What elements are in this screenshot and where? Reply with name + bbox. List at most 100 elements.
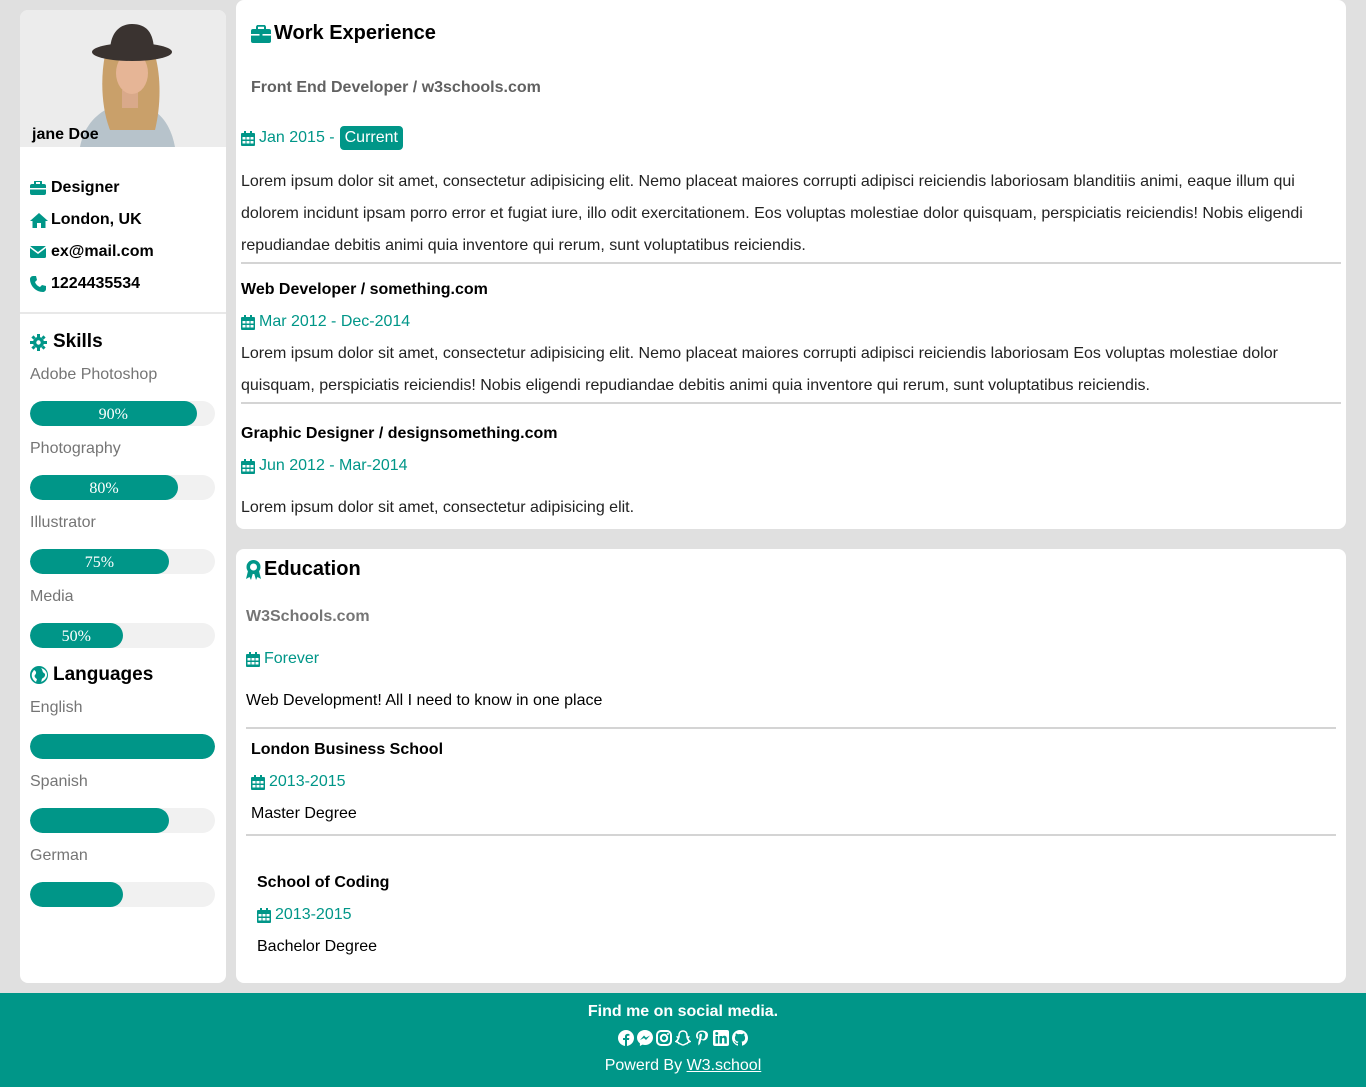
skill-progress-fill: 80% xyxy=(30,475,178,500)
contact-info: Designer London, UK ex@mail.com 12244355… xyxy=(20,147,226,300)
language-progress-bar xyxy=(30,882,215,907)
skill-name: Photography xyxy=(30,440,121,457)
facebook-icon[interactable] xyxy=(618,1030,634,1046)
info-email-text: ex@mail.com xyxy=(51,243,154,260)
job-title: Graphic Designer / designsomething.com xyxy=(241,425,558,442)
calendar-icon xyxy=(257,907,271,923)
language-name: Spanish xyxy=(30,773,88,790)
footer: Find me on social media. Powerd By W3.sc… xyxy=(0,993,1366,1087)
divider xyxy=(20,312,226,314)
language-name: English xyxy=(30,699,83,716)
language-progress-fill xyxy=(30,808,169,833)
education-description: Bachelor Degree xyxy=(257,938,378,955)
certificate-icon xyxy=(246,559,261,580)
envelope-icon xyxy=(30,244,48,260)
divider xyxy=(241,262,1341,264)
education-card: Education W3Schools.com Forever Web Deve… xyxy=(236,549,1346,983)
education-title: Education xyxy=(264,558,361,580)
briefcase-icon xyxy=(251,24,271,43)
job-description: Lorem ipsum dolor sit amet, consectetur … xyxy=(241,173,1303,254)
info-job-text: Designer xyxy=(51,179,120,196)
snapchat-icon[interactable] xyxy=(675,1030,691,1046)
school-name: W3Schools.com xyxy=(246,608,370,625)
education-date: 2013-2015 xyxy=(251,773,346,791)
globe-icon xyxy=(30,666,50,684)
phone-icon xyxy=(30,276,48,292)
education-date-text: 2013-2015 xyxy=(269,773,346,790)
powered-by: Powerd By W3.school xyxy=(0,1057,1366,1075)
calendar-icon xyxy=(241,314,255,330)
job-description: Lorem ipsum dolor sit amet, consectetur … xyxy=(241,345,1278,394)
skill-progress-bar: 80% xyxy=(30,475,215,500)
current-badge: Current xyxy=(339,126,403,150)
job-date-text: Jun 2012 - Mar-2014 xyxy=(259,457,408,474)
school-name: London Business School xyxy=(251,741,444,758)
education-description: Web Development! All I need to know in o… xyxy=(246,692,603,709)
calendar-icon xyxy=(251,774,265,790)
work-title: Work Experience xyxy=(274,22,436,44)
education-heading: Education xyxy=(246,558,361,581)
work-heading: Work Experience xyxy=(251,22,436,45)
w3school-link[interactable]: W3.school xyxy=(687,1057,762,1074)
calendar-icon xyxy=(241,458,255,474)
skills-title: Skills xyxy=(53,331,103,352)
job-date: Jun 2012 - Mar-2014 xyxy=(241,457,408,475)
language-progress-bar xyxy=(30,808,215,833)
gear-icon xyxy=(30,333,50,351)
education-description: Master Degree xyxy=(251,805,357,822)
powered-by-text: Powerd By xyxy=(604,1057,683,1074)
divider xyxy=(246,727,1336,729)
calendar-icon xyxy=(241,130,255,146)
calendar-icon xyxy=(246,651,260,667)
github-icon[interactable] xyxy=(732,1030,748,1046)
education-date-text: Forever xyxy=(264,650,320,667)
skill-name: Media xyxy=(30,588,74,605)
education-date: 2013-2015 xyxy=(257,906,352,924)
languages-title: Languages xyxy=(53,664,154,685)
language-progress-fill xyxy=(30,882,123,907)
languages-heading: Languages xyxy=(20,664,226,686)
job-date: Mar 2012 - Dec-2014 xyxy=(241,313,410,331)
skills-heading: Skills xyxy=(20,331,226,353)
profile-name: jane Doe xyxy=(32,126,99,143)
skill-item: Photography 80% xyxy=(20,440,226,500)
linkedin-icon[interactable] xyxy=(713,1030,729,1046)
info-email: ex@mail.com xyxy=(30,236,216,268)
language-progress-bar xyxy=(30,734,215,759)
language-name: German xyxy=(30,847,88,864)
pinterest-icon[interactable] xyxy=(694,1030,710,1046)
info-job: Designer xyxy=(30,172,216,204)
divider xyxy=(246,834,1336,836)
avatar: jane Doe xyxy=(20,10,226,147)
language-item: German xyxy=(20,847,226,907)
info-phone: 1224435534 xyxy=(30,268,216,300)
language-progress-fill xyxy=(30,734,215,759)
skill-name: Adobe Photoshop xyxy=(30,366,158,383)
skill-progress-fill: 75% xyxy=(30,549,169,574)
skill-progress-bar: 90% xyxy=(30,401,215,426)
work-experience-card: Work Experience Front End Developer / w3… xyxy=(236,0,1346,529)
social-links xyxy=(0,1030,1366,1047)
skill-item: Media 50% xyxy=(20,588,226,648)
info-location-text: London, UK xyxy=(51,211,142,228)
skill-progress-bar: 75% xyxy=(30,549,215,574)
school-name: School of Coding xyxy=(257,874,390,891)
education-date: Forever xyxy=(246,650,319,668)
job-title: Front End Developer / w3schools.com xyxy=(251,79,541,96)
skill-item: Illustrator 75% xyxy=(20,514,226,574)
skill-progress-bar: 50% xyxy=(30,623,215,648)
messenger-icon[interactable] xyxy=(637,1030,653,1046)
footer-title: Find me on social media. xyxy=(587,1003,779,1020)
job-date-text: Mar 2012 - Dec-2014 xyxy=(259,313,411,330)
info-location: London, UK xyxy=(30,204,216,236)
skill-item: Adobe Photoshop 90% xyxy=(20,366,226,426)
job-title: Web Developer / something.com xyxy=(241,281,488,298)
language-item: Spanish xyxy=(20,773,226,833)
skill-progress-fill: 90% xyxy=(30,401,197,426)
job-date: Jan 2015 - Current xyxy=(241,126,403,150)
instagram-icon[interactable] xyxy=(656,1030,672,1046)
home-icon xyxy=(30,212,48,228)
education-date-text: 2013-2015 xyxy=(275,906,352,923)
language-item: English xyxy=(20,699,226,759)
job-description: Lorem ipsum dolor sit amet, consectetur … xyxy=(241,499,635,516)
